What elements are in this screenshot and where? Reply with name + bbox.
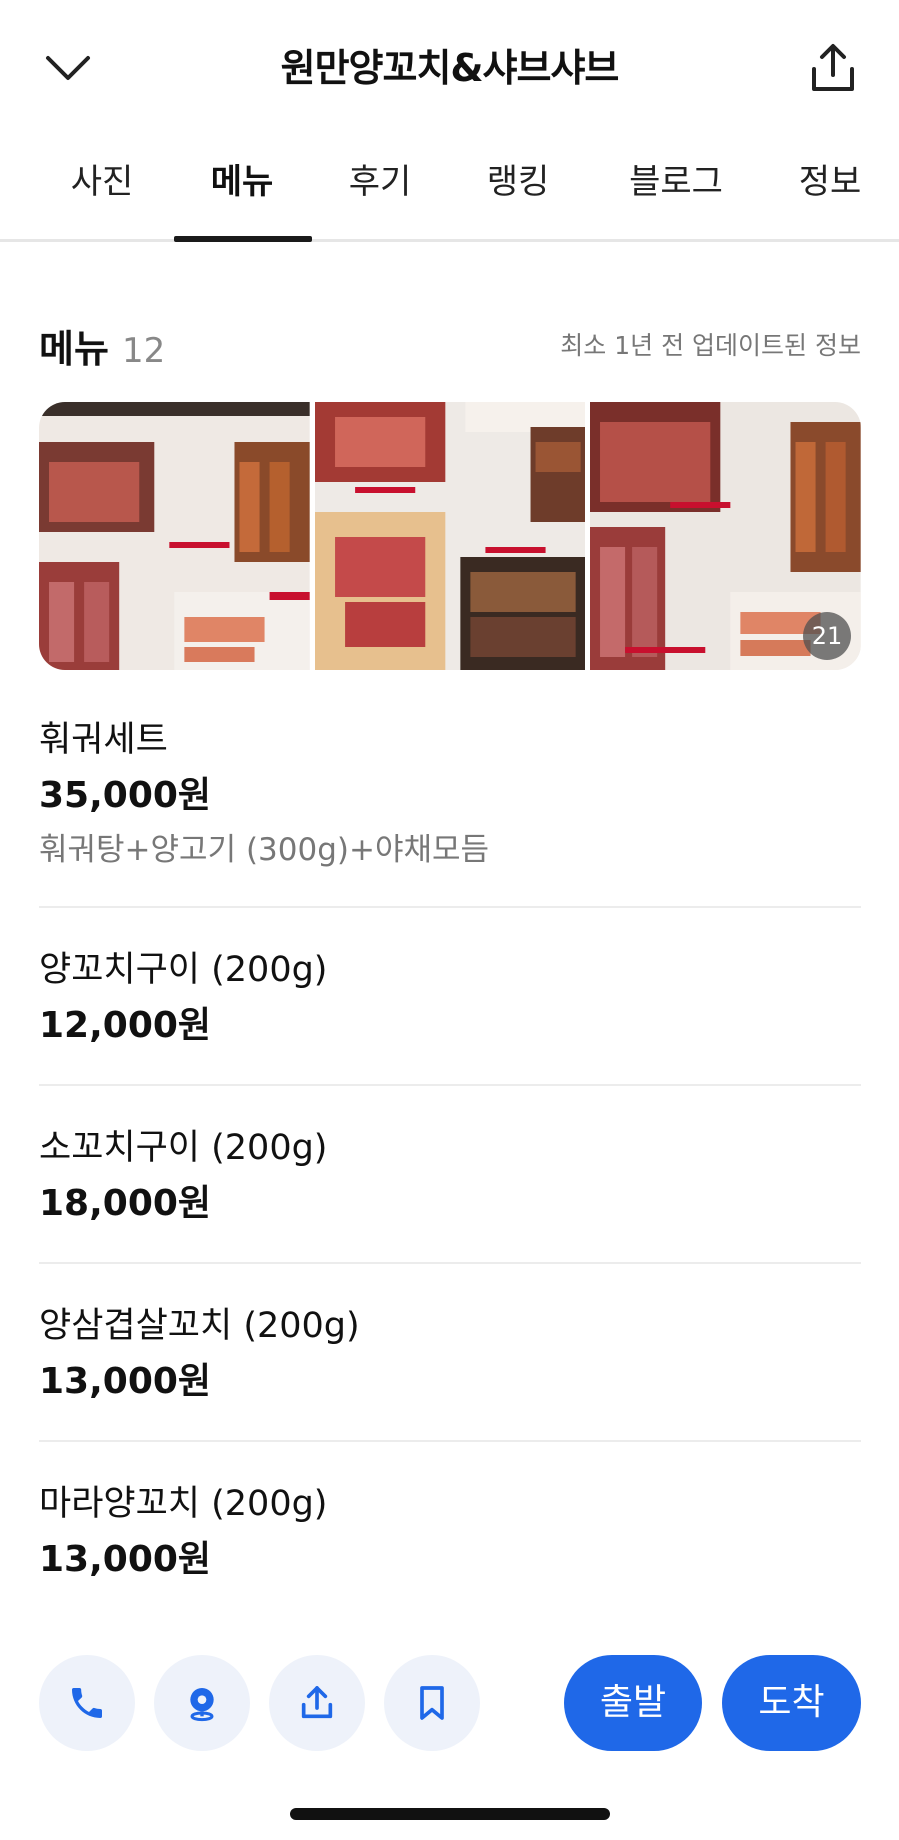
- menu-photo[interactable]: [39, 402, 310, 670]
- phone-icon: [72, 1688, 102, 1718]
- tab-blog[interactable]: 블로그: [622, 140, 730, 242]
- active-tab-indicator: [174, 236, 312, 242]
- menu-item-price: 12,000원: [39, 1005, 212, 1046]
- list-item[interactable]: 소꼬치구이 (200g) 18,000원: [39, 1120, 861, 1264]
- back-button[interactable]: [40, 40, 96, 96]
- bottom-action-bar: 출발 도착: [0, 1650, 899, 1760]
- menu-count: 12: [122, 331, 166, 371]
- menu-item-price: 13,000원: [39, 1539, 212, 1580]
- share-icon: [301, 1686, 333, 1719]
- tab-reviews[interactable]: 후기: [340, 140, 420, 242]
- tab-menu[interactable]: 메뉴: [202, 140, 282, 242]
- share-button[interactable]: [269, 1655, 365, 1751]
- tab-info[interactable]: 정보: [790, 140, 870, 242]
- updated-info: 최소 1년 전 업데이트된 정보: [560, 331, 861, 360]
- bookmark-icon: [420, 1686, 444, 1720]
- tab-bar: 사진 메뉴 후기 랭킹 블로그 정보: [0, 140, 899, 242]
- bookmark-button[interactable]: [384, 1655, 480, 1751]
- tab-ranking[interactable]: 랭킹: [478, 140, 558, 242]
- tab-photos[interactable]: 사진: [62, 140, 142, 242]
- menu-item-price: 18,000원: [39, 1183, 212, 1224]
- list-item[interactable]: 양꼬치구이 (200g) 12,000원: [39, 942, 861, 1086]
- menu-item-price: 13,000원: [39, 1361, 212, 1402]
- page-title: 원만양꼬치&샤브샤브: [280, 46, 620, 90]
- photo-count-badge: 21: [803, 612, 852, 660]
- menu-item-name: 소꼬치구이 (200g): [39, 1128, 328, 1168]
- menu-item-name: 양꼬치구이 (200g): [39, 950, 328, 990]
- list-item[interactable]: 훠궈세트 35,000원 훠궈탕+양고기 (300g)+야채모듬: [39, 712, 861, 908]
- list-item[interactable]: 양삼겹살꼬치 (200g) 13,000원: [39, 1298, 861, 1442]
- menu-list: 훠궈세트 35,000원 훠궈탕+양고기 (300g)+야채모듬 양꼬치구이 (…: [39, 712, 861, 1652]
- location-button[interactable]: [154, 1655, 250, 1751]
- menu-photo[interactable]: 21: [590, 402, 861, 670]
- menu-item-description: 훠궈탕+양고기 (300g)+야채모듬: [39, 832, 490, 868]
- chevron-down-icon: [46, 56, 90, 80]
- share-icon: [812, 44, 854, 91]
- menu-item-name: 양삼겹살꼬치 (200g): [39, 1306, 360, 1346]
- header: 원만양꼬치&샤브샤브: [0, 0, 899, 135]
- home-indicator: [290, 1808, 610, 1820]
- depart-button[interactable]: 출발: [564, 1655, 702, 1751]
- menu-photo[interactable]: [314, 402, 586, 670]
- share-button[interactable]: [800, 38, 866, 98]
- section-title: 메뉴: [39, 327, 109, 371]
- menu-item-name: 훠궈세트: [39, 720, 168, 760]
- menu-item-price: 35,000원: [39, 775, 212, 816]
- menu-item-name: 마라양꼬치 (200g): [39, 1484, 328, 1524]
- arrive-button[interactable]: 도착: [722, 1655, 861, 1751]
- menu-photo-gallery: 21: [39, 402, 861, 670]
- menu-section-header: 메뉴 12 최소 1년 전 업데이트된 정보: [39, 318, 861, 371]
- call-button[interactable]: [39, 1655, 135, 1751]
- list-item[interactable]: 마라양꼬치 (200g) 13,000원: [39, 1476, 861, 1618]
- map-pin-icon: [190, 1688, 214, 1722]
